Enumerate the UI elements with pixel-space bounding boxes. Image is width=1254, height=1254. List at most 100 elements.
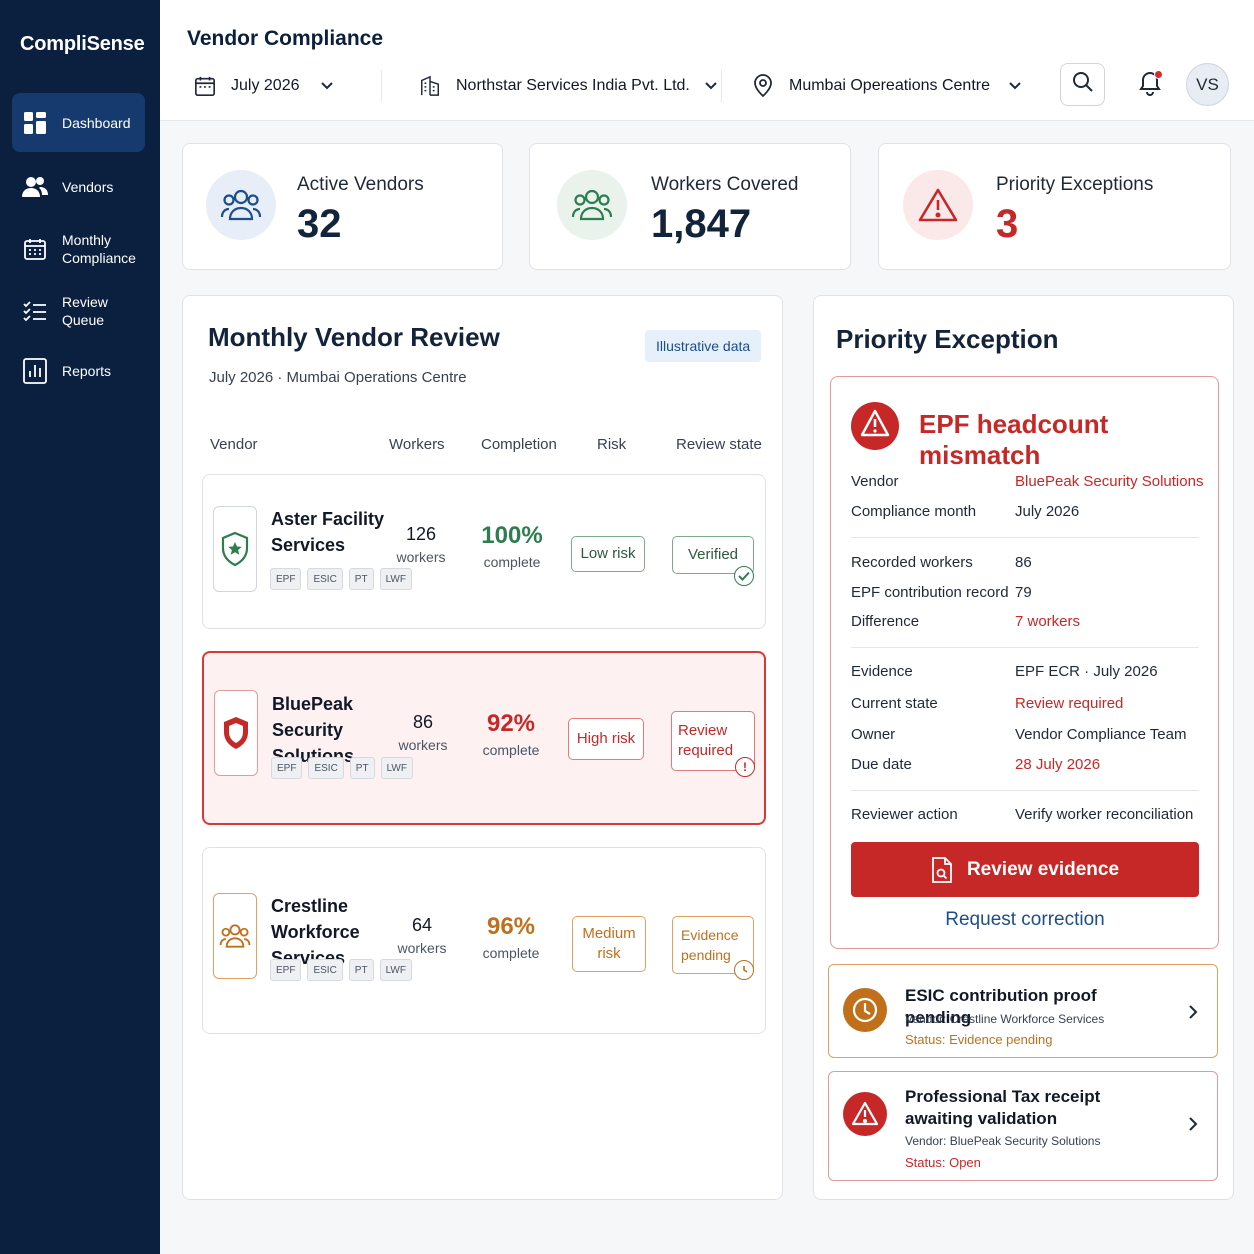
month-selector[interactable]: July 2026 bbox=[193, 68, 334, 104]
workers-value: 86 bbox=[412, 712, 434, 732]
sidebar-item-dashboard[interactable]: Dashboard bbox=[12, 93, 145, 152]
location-value: Mumbai Opereations Centre bbox=[789, 77, 990, 94]
chip-esic: ESIC bbox=[308, 757, 344, 779]
field-label: Compliance month bbox=[851, 503, 977, 520]
sidebar-item-review-queue[interactable]: Review Queue bbox=[12, 287, 145, 335]
vendor-name: Aster Facility Services bbox=[271, 509, 385, 555]
users-icon bbox=[206, 170, 276, 240]
notification-dot bbox=[1154, 70, 1163, 79]
chip-epf: EPF bbox=[270, 959, 302, 981]
exception-status: Status: Open bbox=[905, 1155, 981, 1170]
field-label: Vendor bbox=[851, 473, 899, 490]
column-header-vendor: Vendor bbox=[210, 436, 258, 453]
sidebar-item-monthly-compliance[interactable]: Monthly Compliance bbox=[12, 222, 145, 276]
workers-count: 86 workers bbox=[388, 712, 458, 753]
field-label: Recorded workers bbox=[851, 554, 973, 571]
review-evidence-button[interactable]: Review evidence bbox=[851, 842, 1199, 897]
completion-label: complete bbox=[483, 554, 541, 570]
exception-item[interactable]: Professional Tax receipt awaiting valida… bbox=[828, 1071, 1218, 1181]
field-current-state: Review required bbox=[1015, 695, 1124, 712]
kpi-value: 3 bbox=[996, 202, 1019, 246]
sidebar-item-label: Monthly Compliance bbox=[62, 232, 136, 266]
kpi-label: Active Vendors bbox=[297, 174, 424, 195]
field-due-date: 28 July 2026 bbox=[1015, 756, 1101, 773]
chip-lwf: LWF bbox=[379, 568, 412, 590]
field-label: Evidence bbox=[851, 663, 913, 680]
kpi-label: Priority Exceptions bbox=[996, 174, 1154, 195]
chip-esic: ESIC bbox=[307, 959, 343, 981]
workers-count: 126 workers bbox=[386, 524, 456, 565]
vendor-row[interactable]: Aster Facility Services EPF ESIC PT LWF … bbox=[202, 474, 766, 629]
chevron-down-icon bbox=[1008, 81, 1022, 91]
vendor-row[interactable]: Crestline Workforce Services EPF ESIC PT… bbox=[202, 847, 766, 1034]
clock-icon bbox=[843, 988, 887, 1032]
column-header-review-state: Review state bbox=[676, 436, 762, 453]
compliance-chips: EPF ESIC PT LWF bbox=[271, 757, 413, 779]
chevron-down-icon bbox=[704, 81, 718, 91]
kpi-workers-covered: Workers Covered 1,847 bbox=[529, 143, 851, 270]
chip-epf: EPF bbox=[270, 568, 302, 590]
search-icon bbox=[1072, 71, 1094, 98]
workers-label: workers bbox=[398, 737, 448, 753]
users-icon bbox=[22, 174, 48, 200]
chip-epf: EPF bbox=[271, 757, 303, 779]
sidebar-item-vendors[interactable]: Vendors bbox=[12, 163, 145, 211]
risk-badge: Medium risk bbox=[572, 916, 646, 972]
workers-label: workers bbox=[396, 549, 446, 565]
vendor-row[interactable]: BluePeak Security Solutions EPF ESIC PT … bbox=[202, 651, 766, 825]
avatar[interactable]: VS bbox=[1186, 63, 1229, 106]
completion: 100% complete bbox=[472, 522, 552, 570]
risk-badge: Low risk bbox=[571, 536, 645, 572]
sidebar-item-reports[interactable]: Reports bbox=[12, 347, 145, 395]
field-vendor[interactable]: BluePeak Security Solutions bbox=[1015, 473, 1203, 490]
priority-exception-panel: Priority Exception EPF headcount mismatc… bbox=[813, 295, 1234, 1200]
sidebar-item-label: Vendors bbox=[62, 179, 114, 195]
panel-subtitle: July 2026 · Mumbai Operations Centre bbox=[209, 369, 467, 386]
exception-vendor: Vendor: Crestline Workforce Services bbox=[905, 1012, 1105, 1026]
notifications-button[interactable] bbox=[1135, 70, 1165, 100]
button-label: Review evidence bbox=[966, 858, 1120, 880]
field-label: Due date bbox=[851, 756, 912, 773]
illustrative-data-tag: Illustrative data bbox=[645, 330, 762, 362]
compliance-chips: EPF ESIC PT LWF bbox=[270, 568, 412, 590]
company-selector[interactable]: Northstar Services India Pvt. Ltd. bbox=[418, 68, 718, 104]
field-epf-record: 79 bbox=[1015, 584, 1032, 601]
field-reviewer-action: Verify worker reconciliation bbox=[1015, 806, 1194, 823]
app-logo: CompliSense bbox=[20, 33, 145, 55]
field-evidence: EPF ECR · July 2026 bbox=[1015, 663, 1158, 680]
location-selector[interactable]: Mumbai Opereations Centre bbox=[751, 68, 1022, 104]
warning-icon bbox=[903, 170, 973, 240]
location-pin-icon bbox=[751, 74, 775, 98]
exception-status: Status: Evidence pending bbox=[905, 1032, 1053, 1047]
shield-alert-icon bbox=[214, 690, 258, 776]
kpi-label: Workers Covered bbox=[651, 174, 799, 195]
column-header-workers: Workers bbox=[389, 436, 445, 453]
bar-chart-icon bbox=[22, 358, 48, 384]
exception-title: Professional Tax receipt awaiting valida… bbox=[905, 1087, 1101, 1128]
chip-pt: PT bbox=[348, 959, 374, 981]
exception-vendor: Vendor: BluePeak Security Solutions bbox=[905, 1134, 1101, 1148]
divider bbox=[851, 790, 1199, 791]
page-title: Vendor Compliance bbox=[187, 27, 384, 50]
divider bbox=[851, 537, 1199, 538]
company-value: Northstar Services India Pvt. Ltd. bbox=[456, 77, 690, 94]
calendar-icon bbox=[193, 74, 217, 98]
monthly-vendor-review-panel: Monthly Vendor Review Illustrative data … bbox=[182, 295, 783, 1200]
completion: 96% complete bbox=[471, 913, 551, 961]
chevron-right-icon bbox=[1185, 1004, 1201, 1020]
panel-title: Priority Exception bbox=[836, 324, 1059, 354]
checklist-icon bbox=[22, 298, 48, 324]
top-header: Vendor Compliance July 2026 Northstar Se… bbox=[160, 0, 1254, 121]
field-difference: 7 workers bbox=[1015, 613, 1081, 630]
exception-title: EPF headcount mismatch bbox=[919, 409, 1109, 470]
divider bbox=[381, 70, 382, 102]
exception-item[interactable]: ESIC contribution proof pending Vendor: … bbox=[828, 964, 1218, 1058]
month-value: July 2026 bbox=[231, 77, 300, 94]
field-label: EPF contribution record bbox=[851, 584, 1009, 601]
search-button[interactable] bbox=[1060, 63, 1105, 106]
chip-esic: ESIC bbox=[307, 568, 343, 590]
shield-star-icon bbox=[213, 506, 257, 592]
clock-icon bbox=[734, 960, 754, 980]
request-correction-link[interactable]: Request correction bbox=[851, 909, 1199, 931]
field-label: Difference bbox=[851, 613, 920, 630]
